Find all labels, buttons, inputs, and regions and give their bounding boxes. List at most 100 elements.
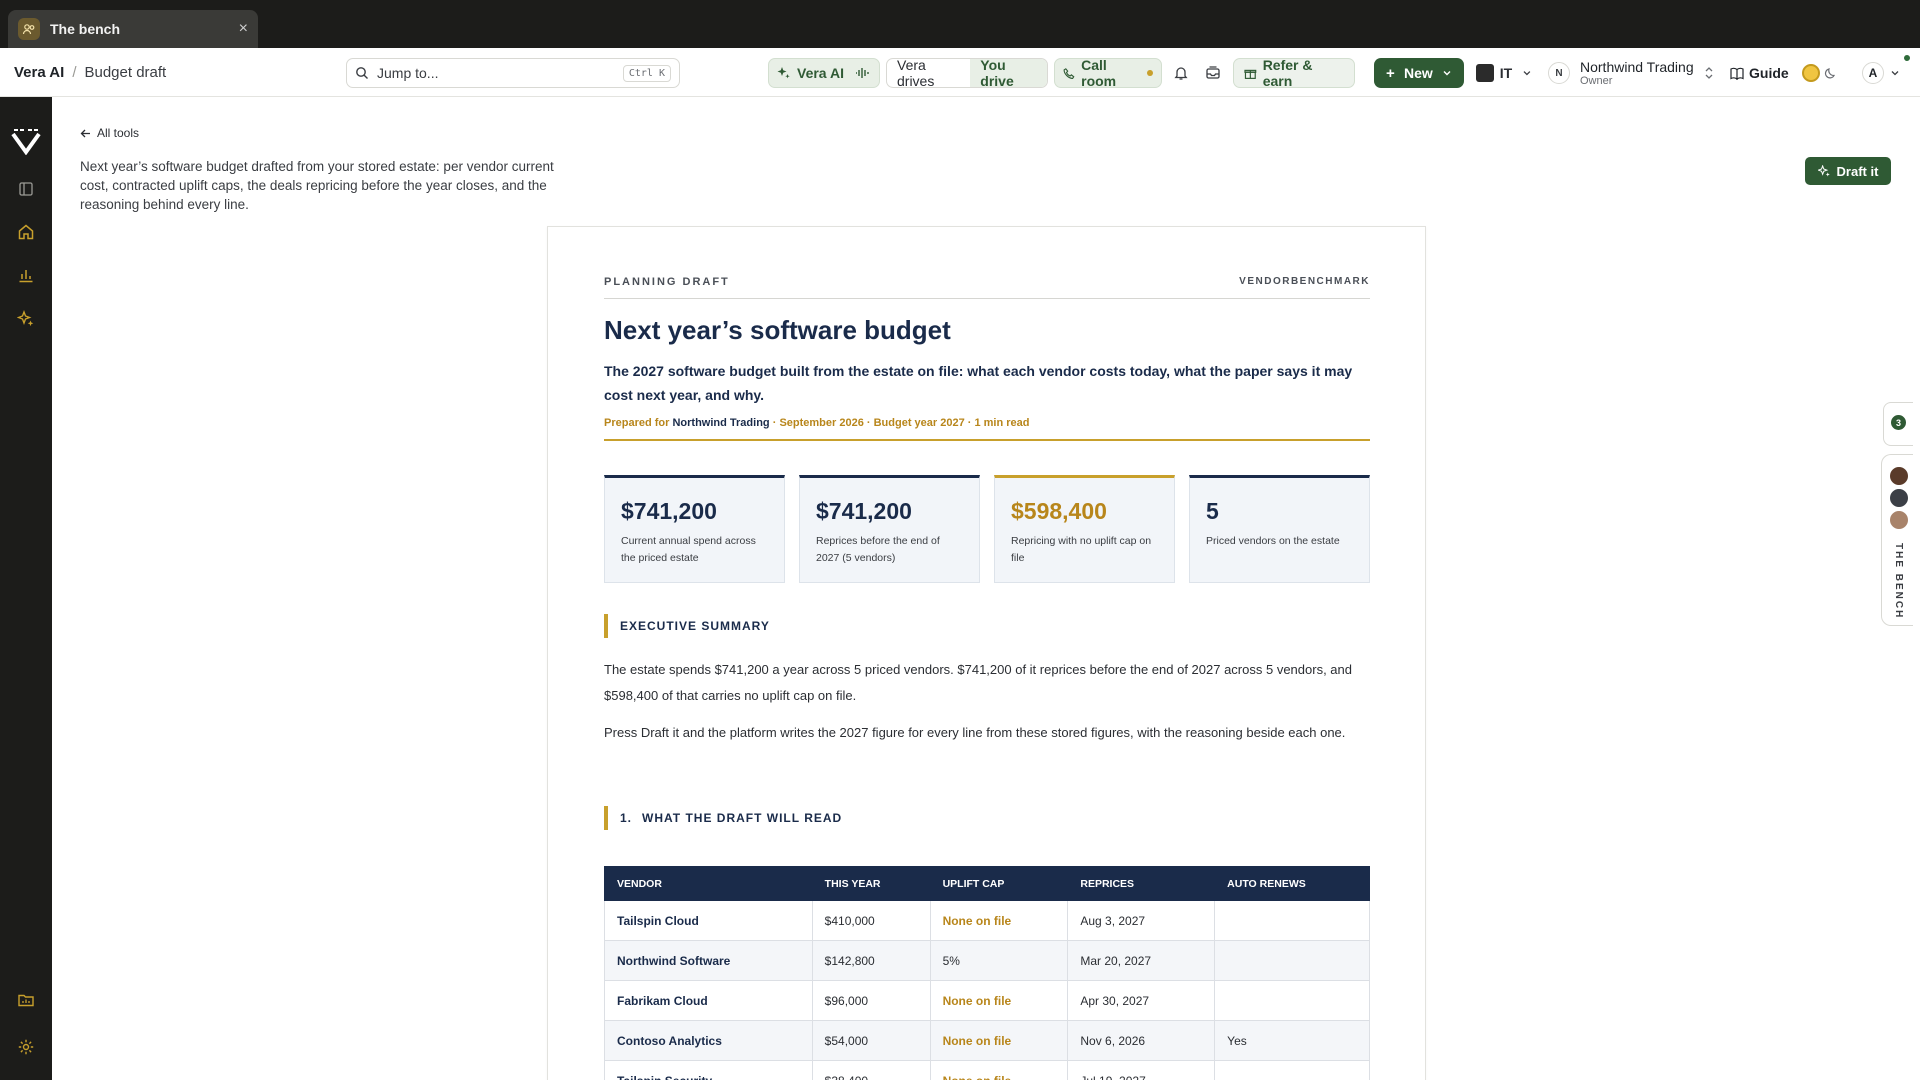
gear-icon[interactable] (16, 1037, 36, 1057)
department-selector[interactable]: IT (1474, 58, 1534, 88)
you-drive-option[interactable]: You drive (970, 59, 1047, 87)
vendor-name: Tailspin Security (604, 1060, 813, 1080)
folder-chart-icon[interactable] (16, 990, 36, 1010)
cell-auto-renews: Yes (1214, 1020, 1370, 1061)
stat-value: $741,200 (816, 498, 912, 524)
cell-auto-renews (1214, 1060, 1370, 1080)
breadcrumb-root[interactable]: Vera AI (14, 64, 64, 81)
table-row: Tailspin Cloud $410,000 None on file Aug… (604, 900, 1370, 941)
stat-cards: $741,200 Current annual spend across the… (604, 475, 1370, 583)
cell-reprices: Nov 6, 2026 (1067, 1020, 1216, 1061)
new-button[interactable]: + New (1374, 58, 1464, 88)
stat-value: $598,400 (1011, 498, 1107, 524)
stat-label: Current annual spend across the priced e… (621, 535, 756, 564)
vera-drives-option[interactable]: Vera drives (887, 59, 970, 87)
table-row: Fabrikam Cloud $96,000 None on file Apr … (604, 980, 1370, 1021)
moon-icon (1824, 68, 1836, 79)
vera-logo-icon (11, 129, 41, 155)
stat-label: Repricing with no uplift cap on file (1011, 535, 1152, 564)
executive-summary-paragraph: The estate spends $741,200 a year across… (604, 662, 1352, 703)
column-header: AUTO RENEWS (1214, 866, 1370, 901)
call-room-button[interactable]: Call room (1054, 57, 1162, 89)
close-icon[interactable]: × (239, 20, 248, 38)
tab-the-bench[interactable]: The bench × (8, 10, 258, 48)
guide-button[interactable]: Guide (1730, 58, 1790, 88)
refer-earn-button[interactable]: Refer & earn (1233, 57, 1355, 89)
chevron-down-icon (1523, 71, 1531, 76)
stat-card: $741,200 Current annual spend across the… (604, 475, 785, 583)
cell-this-year: $142,800 (811, 940, 931, 981)
section-title: EXECUTIVE SUMMARY (620, 619, 770, 633)
account-menu[interactable]: A (1862, 55, 1910, 85)
doc-brand: VENDORBENCHMARK (1239, 276, 1370, 287)
status-dot (1147, 70, 1153, 76)
bench-icon (18, 18, 40, 40)
table-row: Tailspin Security $38,400 None on file J… (604, 1060, 1370, 1080)
doc-meta: Prepared for Northwind Trading · Septemb… (604, 417, 1370, 441)
vera-ai-button[interactable]: Vera AI (768, 58, 880, 88)
phone-icon (1063, 67, 1075, 79)
stat-value: $741,200 (621, 498, 717, 524)
search-input[interactable]: Jump to... Ctrl K (346, 58, 680, 88)
cell-auto-renews (1214, 940, 1370, 981)
doc-eyebrow: PLANNING DRAFT VENDORBENCHMARK (604, 276, 1370, 299)
sidebar-toggle-icon[interactable] (16, 179, 36, 199)
budget-document: PLANNING DRAFT VENDORBENCHMARK Next year… (547, 226, 1426, 1080)
draft-it-button[interactable]: Draft it (1805, 157, 1891, 185)
search-shortcut: Ctrl K (622, 64, 671, 82)
guide-label: Guide (1749, 65, 1789, 81)
browser-tab-bar: The bench × (0, 0, 1920, 48)
search-icon (356, 67, 368, 79)
home-icon[interactable] (16, 222, 36, 242)
cell-this-year: $96,000 (811, 980, 931, 1021)
sparkle-tools-icon[interactable] (16, 309, 36, 329)
cell-this-year: $410,000 (811, 900, 931, 941)
table-row: Northwind Software $142,800 5% Mar 20, 2… (604, 940, 1370, 981)
column-header: VENDOR (604, 866, 813, 901)
stat-card: 5 Priced vendors on the estate (1189, 475, 1370, 583)
account-avatar: A (1862, 62, 1884, 84)
inbox-icon[interactable] (1203, 63, 1223, 83)
column-header: THIS YEAR (811, 866, 931, 901)
cell-uplift-cap: None on file (929, 980, 1069, 1021)
table-header-row: VENDOR THIS YEAR UPLIFT CAP REPRICES AUT… (604, 866, 1370, 901)
stat-value: 5 (1206, 498, 1219, 524)
vendor-name: Tailspin Cloud (604, 900, 813, 941)
doc-title: Next year’s software budget (604, 315, 951, 345)
cell-reprices: Aug 3, 2027 (1067, 900, 1216, 941)
cell-uplift-cap: 5% (929, 940, 1069, 981)
column-header: UPLIFT CAP (929, 866, 1069, 901)
cell-auto-renews (1214, 900, 1370, 941)
gift-icon (1244, 69, 1257, 79)
avatar (1888, 465, 1910, 487)
cell-uplift-cap: None on file (929, 1060, 1069, 1080)
bell-icon[interactable] (1171, 63, 1191, 83)
bench-label: THE BENCH (1893, 543, 1904, 620)
breadcrumb-current: Budget draft (84, 64, 167, 81)
cell-reprices: Jul 19, 2027 (1067, 1060, 1216, 1080)
all-tools-label: All tools (97, 126, 140, 140)
chart-icon[interactable] (16, 265, 36, 285)
cell-uplift-cap: None on file (929, 900, 1069, 941)
avatar (1888, 487, 1910, 509)
doc-subtitle: The 2027 software budget built from the … (604, 363, 1353, 403)
arrow-left-icon (80, 129, 90, 137)
left-rail (0, 97, 52, 1080)
vendor-name: Contoso Analytics (604, 1020, 813, 1061)
breadcrumb-separator: / (72, 64, 77, 81)
table-row: Contoso Analytics $54,000 None on file N… (604, 1020, 1370, 1061)
section-title: WHAT THE DRAFT WILL READ (642, 811, 843, 825)
all-tools-link[interactable]: All tools (80, 126, 139, 140)
theme-toggle[interactable] (1802, 62, 1846, 84)
org-avatar: N (1548, 62, 1570, 84)
org-name: Northwind Trading (1580, 58, 1694, 75)
section-1-heading: 1. WHAT THE DRAFT WILL READ (604, 806, 842, 830)
org-switcher[interactable]: N Northwind Trading Owner (1548, 55, 1718, 91)
section-number: 1. (620, 811, 633, 825)
executive-summary-heading: EXECUTIVE SUMMARY (604, 614, 770, 638)
bench-count-tab[interactable]: 3 (1883, 402, 1913, 446)
bench-panel-tab[interactable]: THE BENCH (1881, 454, 1913, 626)
doc-kind: PLANNING DRAFT (604, 276, 730, 288)
vendor-name: Northwind Software (604, 940, 813, 981)
page-description: Next year’s software budget drafted from… (80, 159, 554, 212)
